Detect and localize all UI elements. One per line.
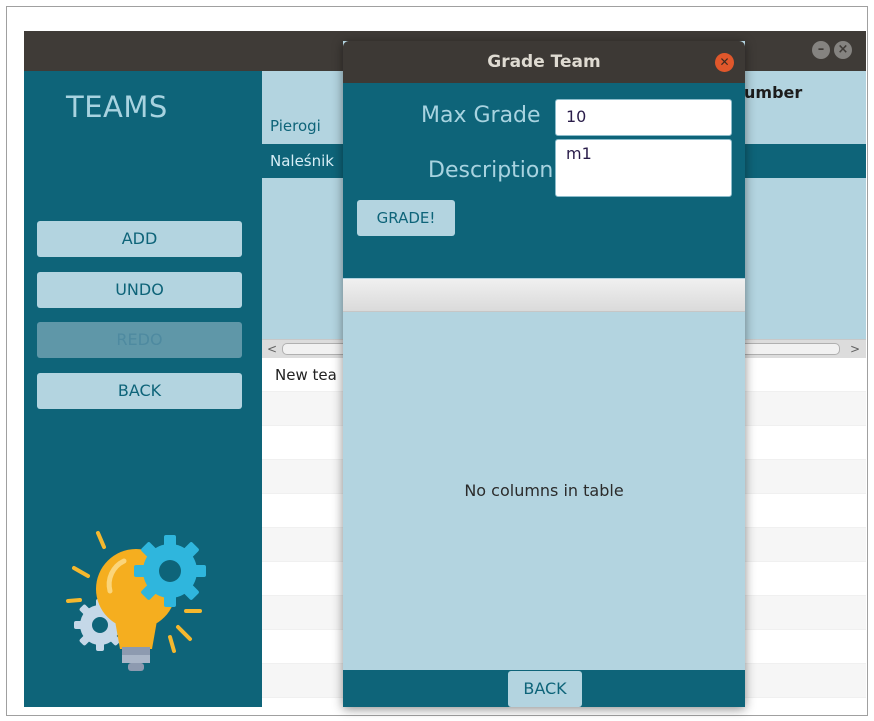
scroll-left-icon[interactable]: < (267, 340, 277, 358)
table-cell: New tea (275, 366, 337, 384)
max-grade-input[interactable]: 10 (555, 99, 732, 136)
lightbulb-gears-icon (66, 531, 206, 671)
dialog-footer: BACK (343, 670, 745, 707)
scroll-right-icon[interactable]: > (850, 340, 860, 358)
back-button[interactable]: BACK (37, 373, 242, 409)
undo-button[interactable]: UNDO (37, 272, 242, 308)
description-label: Description (428, 158, 554, 183)
minimize-button[interactable] (812, 41, 830, 59)
sidebar: TEAMS ADD UNDO REDO BACK (24, 71, 262, 707)
dialog-title: Grade Team (487, 52, 601, 72)
grade-form: Max Grade 10 Description m1 GRADE! (343, 83, 745, 278)
redo-button[interactable]: REDO (37, 322, 242, 358)
empty-table-placeholder: No columns in table (464, 481, 624, 500)
dialog-back-button[interactable]: BACK (508, 671, 582, 707)
description-input[interactable]: m1 (555, 139, 732, 197)
table-header (343, 279, 745, 312)
dialog-titlebar: Grade Team ✕ (343, 41, 745, 83)
close-icon[interactable]: ✕ (715, 53, 734, 72)
grade-button[interactable]: GRADE! (357, 200, 455, 236)
grade-team-dialog: Grade Team ✕ Max Grade 10 Description m1… (343, 41, 745, 707)
max-grade-label: Max Grade (421, 103, 541, 128)
sidebar-title: TEAMS (66, 90, 168, 124)
column-header[interactable]: umber (744, 83, 802, 102)
close-window-button[interactable] (834, 41, 852, 59)
add-button[interactable]: ADD (37, 221, 242, 257)
